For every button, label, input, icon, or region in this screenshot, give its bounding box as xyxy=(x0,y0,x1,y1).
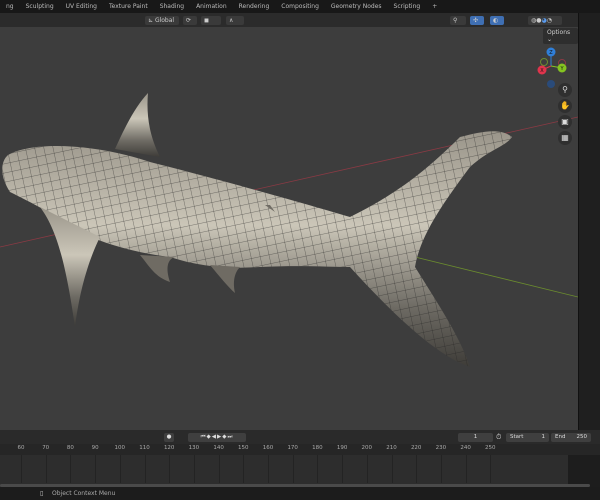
end-value: 250 xyxy=(576,434,588,440)
current-frame-field[interactable]: 1 xyxy=(458,433,493,442)
orientation-label: Global xyxy=(154,17,175,24)
frame-gridline xyxy=(193,455,195,483)
ruler-tick: 200 xyxy=(361,445,373,451)
ruler-tick: 100 xyxy=(114,445,126,451)
status-bar: ▯ Object Context Menu xyxy=(0,487,600,500)
workspace-tab[interactable]: Scripting xyxy=(388,3,427,10)
workspace-tab[interactable]: UV Editing xyxy=(60,3,103,10)
ruler-tick: 240 xyxy=(460,445,471,451)
shark-mesh xyxy=(2,93,512,367)
ruler-tick: 180 xyxy=(312,445,323,451)
frame-gridline xyxy=(465,455,467,483)
ruler-tick: 90 xyxy=(91,445,99,451)
options-label: Options xyxy=(547,29,571,36)
ruler-tick: 230 xyxy=(435,445,447,451)
frame-gridline xyxy=(317,455,319,483)
frame-gridline xyxy=(268,455,269,483)
record-button[interactable]: ● xyxy=(164,433,174,442)
ruler-tick: 140 xyxy=(213,445,224,451)
pivot-icon[interactable]: ⟳ xyxy=(183,16,197,25)
frame-gridline xyxy=(416,455,418,483)
frame-gridline xyxy=(21,455,22,483)
ruler-tick: 210 xyxy=(386,445,397,451)
ruler-tick: 220 xyxy=(410,445,422,451)
workspace-tab[interactable]: Animation xyxy=(190,3,233,10)
ruler-tick: 150 xyxy=(238,445,249,451)
shading-modes[interactable]: ◍●◕◔ xyxy=(528,16,562,25)
frame-gridline xyxy=(243,455,245,483)
scene xyxy=(0,93,579,367)
frame-gridline xyxy=(391,455,393,483)
3d-viewport[interactable]: Options ⌄ Z X Y ⚲ ✋ ▣ ▦ xyxy=(0,27,579,430)
frame-gridline xyxy=(218,455,220,483)
frame-gridline xyxy=(144,455,146,483)
end-frame-field[interactable]: End 250 xyxy=(551,433,591,442)
start-value: 1 xyxy=(541,434,546,440)
start-frame-field[interactable]: Start 1 xyxy=(506,433,549,442)
ruler-tick: 60 xyxy=(17,445,25,451)
ruler-tick: 190 xyxy=(336,445,348,451)
camera-icon[interactable]: ▣ xyxy=(558,115,572,129)
stopwatch-icon[interactable]: ⏱ xyxy=(496,433,501,442)
ruler-tick: 110 xyxy=(139,445,150,451)
frame-gridline xyxy=(95,455,97,483)
frame-gridline xyxy=(490,455,492,483)
frame-gridline xyxy=(366,455,368,483)
ruler-tick: 70 xyxy=(42,445,50,451)
properties-strip[interactable] xyxy=(578,13,600,430)
playback-controls[interactable]: ⏮◆◀▶◆⏭ xyxy=(188,433,246,442)
workspace-tab[interactable]: Texture Paint xyxy=(103,3,154,10)
frame-gridline xyxy=(119,455,121,483)
frame-gridline xyxy=(292,455,294,483)
end-label: End xyxy=(555,434,566,440)
z-label: Z xyxy=(549,50,553,56)
workspace-tab[interactable]: Shading xyxy=(154,3,190,10)
frame-gridline xyxy=(440,455,442,483)
timeline-ruler[interactable]: 60 70 80 90 100 110 120 130 140 150 160 170 180 190 20… xyxy=(0,444,600,455)
snap-toggle[interactable]: ◼ xyxy=(201,16,221,25)
overlay-toggle[interactable]: ◐ xyxy=(490,16,504,25)
ruler-tick: 170 xyxy=(287,445,298,451)
hand-pan-icon[interactable]: ✋ xyxy=(558,99,572,113)
workspace-tab[interactable]: Rendering xyxy=(233,3,276,10)
workspace-tab[interactable]: Geometry Nodes xyxy=(325,3,388,10)
ruler-tick: 160 xyxy=(262,445,274,451)
workspace-tabs: ng Sculpting UV Editing Texture Paint Shadin… xyxy=(0,0,600,13)
frame-gridline xyxy=(45,455,47,483)
grid-ortho-icon[interactable]: ▦ xyxy=(558,131,572,145)
frame-gridline xyxy=(169,455,171,483)
ruler-tick: 250 xyxy=(485,445,496,451)
status-hint: Object Context Menu xyxy=(52,490,116,497)
timeline-header: ● ⏮◆◀▶◆⏭ 1 ⏱ Start 1 End 250 xyxy=(0,430,600,444)
workspace-tab[interactable]: ng xyxy=(0,3,20,10)
gizmo-toggle[interactable]: ✣ xyxy=(470,16,484,25)
workspace-tab[interactable]: Compositing xyxy=(275,3,325,10)
frame-gridline xyxy=(342,455,344,483)
visibility-icon[interactable]: ⚲ xyxy=(450,16,466,25)
start-label: Start xyxy=(510,434,524,440)
mouse-icon: ▯ xyxy=(40,490,44,497)
workspace-tab[interactable]: + xyxy=(426,3,443,10)
timeline-tracks[interactable] xyxy=(0,455,568,487)
proportional-edit-toggle[interactable]: ∧ xyxy=(226,16,244,25)
ruler-tick: 80 xyxy=(66,445,74,451)
transform-orientation-dropdown[interactable]: ⊾ Global ⌄ xyxy=(145,16,179,33)
viewport-header: ⊾ Global ⌄ ⟳ ◼ ∧ ⚲ ✣ ◐ ◍●◕◔ xyxy=(0,13,578,33)
ruler-tick: 130 xyxy=(188,445,200,451)
x-label: X xyxy=(540,68,544,74)
workspace-tab[interactable]: Sculpting xyxy=(20,3,60,10)
frame-gridline xyxy=(70,455,72,483)
ruler-tick: 120 xyxy=(163,445,175,451)
zoom-icon[interactable]: ⚲ xyxy=(558,83,572,97)
